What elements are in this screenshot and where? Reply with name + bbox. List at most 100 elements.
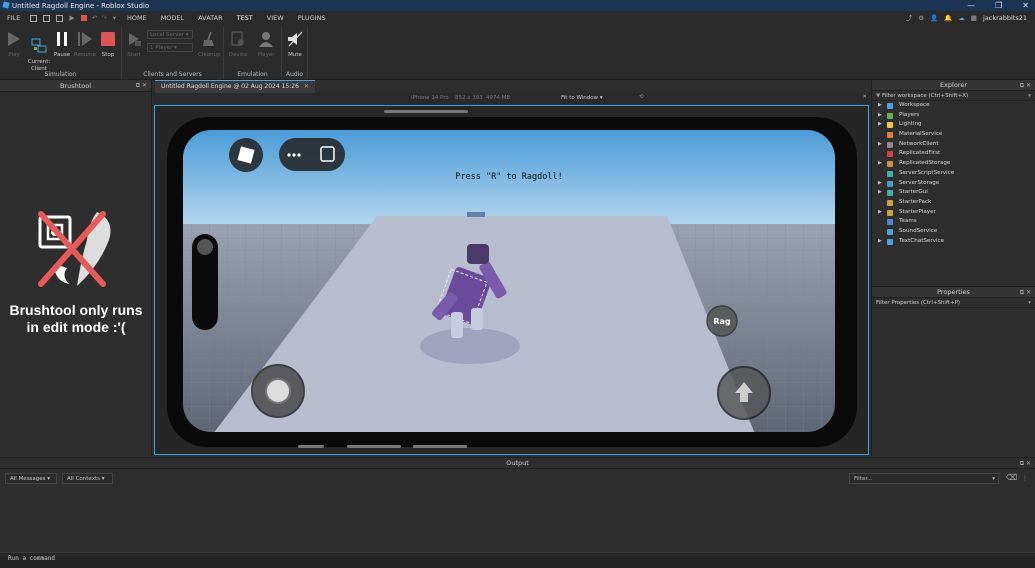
profile-icon[interactable]: 👤 <box>930 11 938 25</box>
quick-access-dropdown-icon[interactable]: ▾ <box>113 14 116 22</box>
ragdoll-hint-text: Press "R" to Ragdoll! <box>455 172 562 182</box>
expand-arrow-icon[interactable]: ▶ <box>878 208 882 218</box>
explorer-item[interactable]: ▶ ReplicatedStorage <box>872 159 1035 169</box>
close-emulation-icon[interactable]: ✕ <box>862 94 867 100</box>
expand-arrow-icon[interactable]: ▶ <box>878 120 882 130</box>
grid-icon[interactable]: ▦ <box>971 11 977 25</box>
explorer-item-label: ServerScriptService <box>899 169 955 176</box>
players-select[interactable]: 1 Player ▾ <box>147 43 193 52</box>
explorer-item[interactable]: Teams <box>872 217 1035 227</box>
explorer-item-label: SoundService <box>899 227 938 234</box>
expand-arrow-icon[interactable]: ▶ <box>878 111 882 121</box>
server-select[interactable]: Local Server ▾ <box>147 30 193 39</box>
output-filter-input[interactable]: Filter... ▾ <box>849 473 999 484</box>
panel-controls-icon[interactable]: ⧉ ✕ <box>136 80 147 92</box>
resume-button[interactable]: Resume <box>74 31 96 59</box>
explorer-item[interactable]: ReplicatedFirst <box>872 149 1035 159</box>
pause-button[interactable]: Pause <box>51 31 73 59</box>
stop-button[interactable]: Stop <box>97 31 119 59</box>
settings-gear-icon[interactable]: ⚙ <box>918 11 924 25</box>
explorer-item[interactable]: ▶ Lighting <box>872 120 1035 130</box>
explorer-item[interactable]: ▶ StarterPlayer <box>872 208 1035 218</box>
device-button[interactable]: Device <box>227 31 249 59</box>
explorer-item[interactable]: ▶ ServerStorage <box>872 179 1035 189</box>
service-icon <box>887 103 893 109</box>
explorer-item-label: ServerStorage <box>899 179 940 186</box>
explorer-item[interactable]: SoundService <box>872 227 1035 237</box>
start-button[interactable]: Start <box>123 31 145 59</box>
document-tab[interactable]: Untitled Ragdoll Engine @ 02 Aug 2024 15… <box>155 80 315 93</box>
panel-controls-icon[interactable]: ⧉ ✕ <box>1020 458 1031 469</box>
notification-icon[interactable]: 🔔 <box>944 11 952 25</box>
explorer-item[interactable]: ServerScriptService <box>872 169 1035 179</box>
username[interactable]: jackrabbits21 <box>983 11 1027 25</box>
phone-top-bar <box>384 110 468 113</box>
expand-arrow-icon[interactable]: ▶ <box>878 179 882 189</box>
stop-icon <box>101 32 115 46</box>
minimize-button[interactable]: — <box>967 0 975 11</box>
explorer-filter-input[interactable]: ▼ Filter workspace (Ctrl+Shift+X) ▾ <box>872 91 1035 101</box>
explorer-item[interactable]: ▶ Workspace <box>872 101 1035 111</box>
panel-controls-icon[interactable]: ⧉ ✕ <box>1020 287 1031 298</box>
new-file-icon[interactable] <box>30 14 38 22</box>
service-icon <box>887 170 893 177</box>
command-input[interactable]: Run a command <box>8 555 55 562</box>
explorer-item[interactable]: ▶ Players <box>872 111 1035 121</box>
contexts-filter-select[interactable]: All Contexts ▾ <box>62 473 113 484</box>
clients-servers-label: Clients and Servers <box>143 71 202 78</box>
share-icon[interactable]: ⤴ <box>906 11 913 25</box>
properties-filter-input[interactable]: Filter Properties (Ctrl+Shift+P) ▾ <box>872 298 1035 308</box>
explorer-item[interactable]: ▶ NetworkClient <box>872 140 1035 150</box>
explorer-item[interactable]: StarterPack <box>872 198 1035 208</box>
tab-test[interactable]: TEST <box>229 11 260 26</box>
play-button[interactable]: Play <box>3 31 25 59</box>
rag-button-label[interactable]: Rag <box>713 317 731 326</box>
output-title: Output <box>506 459 529 467</box>
explorer-item-label: StarterGui <box>899 189 928 196</box>
expand-arrow-icon[interactable]: ▶ <box>878 140 882 150</box>
play-quick-icon[interactable]: ▶ <box>69 14 74 22</box>
explorer-item[interactable]: ▶ StarterGui <box>872 188 1035 198</box>
panel-controls-icon[interactable]: ⧉ ✕ <box>1020 80 1031 91</box>
open-file-icon[interactable] <box>43 14 51 22</box>
save-icon[interactable] <box>56 14 64 22</box>
device-name[interactable]: iPhone 14 Pro <box>411 95 449 101</box>
game-viewport[interactable]: Press "R" to Ragdoll! Rag <box>154 105 869 455</box>
command-bar[interactable]: Run a command <box>0 552 1035 568</box>
service-icon <box>887 219 893 226</box>
filter-dropdown-icon[interactable]: ▾ <box>1028 298 1031 308</box>
tab-avatar[interactable]: AVATAR <box>191 11 229 25</box>
file-menu[interactable]: FILE <box>0 11 27 25</box>
undo-icon[interactable]: ↶ <box>92 14 97 22</box>
player-icon <box>259 32 273 47</box>
tab-plugins[interactable]: PLUGINS <box>291 11 333 25</box>
service-icon <box>887 209 893 216</box>
document-tab-title: Untitled Ragdoll Engine @ 02 Aug 2024 15… <box>161 83 299 90</box>
tab-home[interactable]: HOME <box>120 11 154 25</box>
player-button[interactable]: Player <box>255 31 277 59</box>
filter-dropdown-icon[interactable]: ▾ <box>1028 91 1031 101</box>
fit-mode-select[interactable]: Fit to Window ▾ <box>561 95 603 101</box>
maximize-button[interactable]: ❐ <box>995 0 1002 11</box>
output-options-icon[interactable]: ⋮ <box>1022 475 1028 482</box>
redo-icon[interactable]: ↷ <box>101 14 106 22</box>
explorer-item[interactable]: MaterialService <box>872 130 1035 140</box>
mute-button[interactable]: Mute <box>284 31 306 59</box>
expand-arrow-icon[interactable]: ▶ <box>878 159 882 169</box>
cloud-icon[interactable]: ☁ <box>958 11 965 25</box>
stop-quick-icon[interactable] <box>80 15 87 21</box>
current-client-button[interactable]: Current: Client <box>26 31 52 73</box>
explorer-item[interactable]: ▶ TextChatService <box>872 237 1035 247</box>
expand-arrow-icon[interactable]: ▶ <box>878 101 882 111</box>
tab-model[interactable]: MODEL <box>154 11 191 25</box>
tab-view[interactable]: VIEW <box>260 11 291 25</box>
clear-output-icon[interactable]: ⌫ <box>1006 473 1017 482</box>
expand-arrow-icon[interactable]: ▶ <box>878 237 882 247</box>
service-icon <box>887 228 893 235</box>
expand-arrow-icon[interactable]: ▶ <box>878 188 882 198</box>
messages-filter-select[interactable]: All Messages ▾ <box>5 473 57 484</box>
rotate-device-icon[interactable]: ⟲ <box>639 94 644 100</box>
close-button[interactable]: ✕ <box>1022 0 1029 11</box>
cleanup-button[interactable]: Cleanup <box>198 31 221 59</box>
close-tab-icon[interactable]: ✕ <box>304 83 309 90</box>
